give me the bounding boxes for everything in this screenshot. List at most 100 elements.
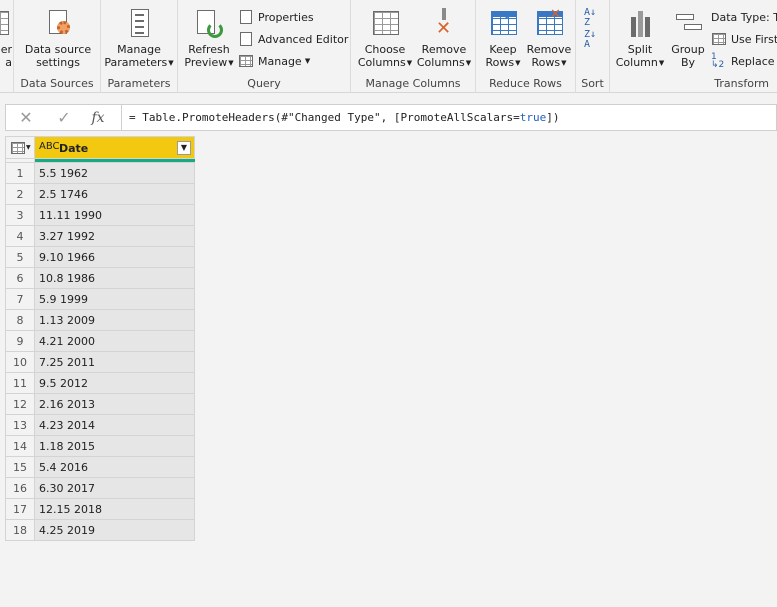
date-cell[interactable]: 3.27 1992 [34,225,195,247]
group-by-button[interactable]: Group By [668,4,708,74]
group-data-sources: Data source settings Data Sources [14,0,101,93]
column-header-label: Date [59,142,89,155]
table-row[interactable]: 12 2.16 2013 [5,393,195,415]
date-cell[interactable]: 9.10 1966 [34,246,195,268]
insert-function-button[interactable]: fx [86,108,110,128]
table-row[interactable]: 11 9.5 2012 [5,372,195,394]
parameters-icon [123,8,155,40]
date-cell[interactable]: 6.30 2017 [34,477,195,499]
row-number[interactable]: 3 [5,204,35,226]
table-row[interactable]: 3 11.11 1990 [5,204,195,226]
group-label-query: Query [247,77,281,90]
date-cell[interactable]: 4.21 2000 [34,330,195,352]
date-cell[interactable]: 2.16 2013 [34,393,195,415]
manage-button[interactable]: Manage ▼ [238,51,310,71]
table-row[interactable]: 17 12.15 2018 [5,498,195,520]
date-cell[interactable]: 10.8 1986 [34,267,195,289]
table-row[interactable]: 5 9.10 1966 [5,246,195,268]
use-first-row-button[interactable]: Use First [711,29,777,49]
date-cell[interactable]: 9.5 2012 [34,372,195,394]
chevron-down-icon: ▼ [168,59,174,67]
column-header-date[interactable]: ABC Date ▼ [34,136,195,159]
row-number[interactable]: 10 [5,351,35,373]
date-cell[interactable]: 5.9 1999 [34,288,195,310]
properties-icon [238,9,254,25]
enter-data-button[interactable]: er a [0,4,14,74]
date-cell[interactable]: 5.5 1962 [34,162,195,184]
keep-rows-button[interactable]: ✓ Keep Rows▼ [481,4,525,74]
table-row[interactable]: 16 6.30 2017 [5,477,195,499]
date-cell[interactable]: 4.23 2014 [34,414,195,436]
row-number[interactable]: 6 [5,267,35,289]
group-manage-columns: Choose Columns▼ ✕ Remove Columns▼ Manage C… [351,0,476,93]
keep-rows-icon: ✓ [487,8,519,40]
row-number[interactable]: 16 [5,477,35,499]
remove-rows-button[interactable]: ✕ Remove Rows▼ [526,4,572,74]
refresh-icon [193,8,225,40]
choose-columns-button[interactable]: Choose Columns▼ [357,4,413,74]
table-row[interactable]: 15 5.4 2016 [5,456,195,478]
sort-descending-button[interactable]: Z↓ A [584,30,602,50]
date-cell[interactable]: 2.5 1746 [34,183,195,205]
fx-icon: fx [91,110,105,126]
row-number[interactable]: 13 [5,414,35,436]
group-query: Refresh Preview▼ Properties Advanced Edit… [178,0,351,93]
table-row[interactable]: 7 5.9 1999 [5,288,195,310]
row-number[interactable]: 12 [5,393,35,415]
advanced-editor-button[interactable]: Advanced Editor [238,29,348,49]
date-cell[interactable]: 4.25 2019 [34,519,195,541]
row-number[interactable]: 17 [5,498,35,520]
table-row[interactable]: 18 4.25 2019 [5,519,195,541]
date-cell[interactable]: 11.11 1990 [34,204,195,226]
row-number[interactable]: 7 [5,288,35,310]
cancel-formula-button[interactable]: ✕ [14,108,38,128]
row-number[interactable]: 8 [5,309,35,331]
row-number[interactable]: 2 [5,183,35,205]
data-type-dropdown[interactable]: Data Type: Te [711,7,777,27]
group-reduce-rows: ✓ Keep Rows▼ ✕ Remove Rows▼ Reduce Rows [476,0,576,93]
refresh-preview-button[interactable]: Refresh Preview▼ [182,4,236,74]
data-source-settings-button[interactable]: Data source settings [20,4,96,74]
data-source-settings-icon [42,8,74,40]
table-row[interactable]: 10 7.25 2011 [5,351,195,373]
group-parameters: Manage Parameters▼ Parameters [101,0,178,93]
row-number[interactable]: 11 [5,372,35,394]
table-row[interactable]: 14 1.18 2015 [5,435,195,457]
split-column-button[interactable]: Split Column▼ [614,4,666,74]
formula-input[interactable]: = Table.PromoteHeaders(#"Changed Type", … [129,111,559,124]
close-icon: ✕ [19,108,33,127]
row-number[interactable]: 14 [5,435,35,457]
remove-columns-icon: ✕ [428,8,460,40]
table-row[interactable]: 4 3.27 1992 [5,225,195,247]
row-number[interactable]: 5 [5,246,35,268]
table-row[interactable]: 9 4.21 2000 [5,330,195,352]
properties-button[interactable]: Properties [238,7,314,27]
table-row[interactable]: 8 1.13 2009 [5,309,195,331]
chevron-down-icon: ▼ [658,59,665,67]
date-cell[interactable]: 1.13 2009 [34,309,195,331]
table-row[interactable]: 13 4.23 2014 [5,414,195,436]
row-number[interactable]: 9 [5,330,35,352]
manage-parameters-button[interactable]: Manage Parameters▼ [104,4,174,74]
replace-values-button[interactable]: 1↳2 Replace V [711,51,777,71]
date-cell[interactable]: 1.18 2015 [34,435,195,457]
sort-ascending-button[interactable]: A↓ Z [584,8,602,28]
row-number[interactable]: 15 [5,456,35,478]
table-row[interactable]: 6 10.8 1986 [5,267,195,289]
remove-columns-button[interactable]: ✕ Remove Columns▼ [415,4,473,74]
date-cell[interactable]: 7.25 2011 [34,351,195,373]
data-table: ▼ ABC Date ▼ 1 5.5 1962 2 2.5 1746 3 11.11 19… [5,136,195,541]
table-row[interactable]: 2 2.5 1746 [5,183,195,205]
row-number[interactable]: 18 [5,519,35,541]
text-type-icon[interactable]: ABC [39,141,60,153]
column-filter-dropdown[interactable]: ▼ [177,141,191,155]
commit-formula-button[interactable]: ✓ [52,108,76,128]
table-row[interactable]: 1 5.5 1962 [5,162,195,184]
choose-columns-icon [369,8,401,40]
date-cell[interactable]: 12.15 2018 [34,498,195,520]
table-menu-button[interactable]: ▼ [5,136,35,159]
date-cell[interactable]: 5.4 2016 [34,456,195,478]
row-number[interactable]: 4 [5,225,35,247]
row-number[interactable]: 1 [5,162,35,184]
data-preview: ▼ ABC Date ▼ 1 5.5 1962 2 2.5 1746 3 11.11 19… [5,136,195,541]
